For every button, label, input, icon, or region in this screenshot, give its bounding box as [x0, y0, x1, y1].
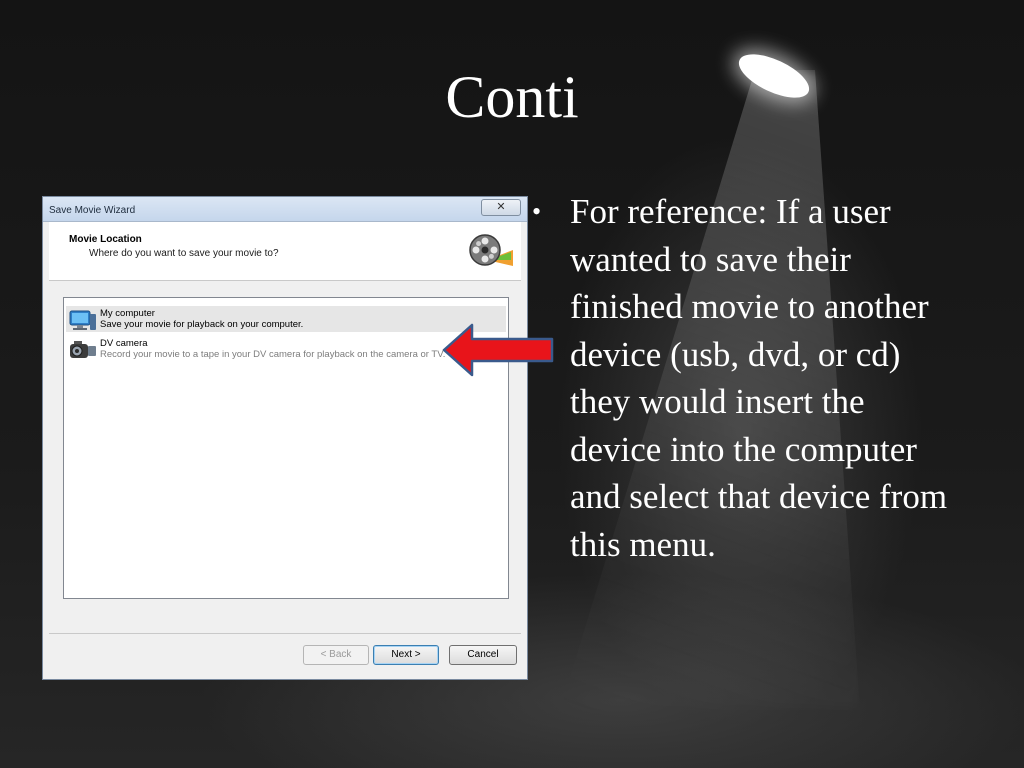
film-reel-icon	[469, 234, 513, 266]
wizard-header: Movie Location Where do you want to save…	[49, 222, 521, 281]
option-title: My computer	[100, 308, 155, 319]
slide-title: Conti	[445, 64, 579, 130]
dialog-titlebar[interactable]: Save Movie Wizard ✕	[43, 197, 527, 222]
close-button[interactable]: ✕	[481, 199, 521, 216]
option-title: DV camera	[100, 338, 148, 349]
button-separator	[49, 633, 521, 634]
computer-icon	[69, 310, 96, 330]
back-button[interactable]: < Back	[303, 645, 369, 665]
dialog-title: Save Movie Wizard	[49, 205, 136, 216]
wizard-header-subtitle: Where do you want to save your movie to?	[89, 248, 279, 259]
camcorder-icon	[70, 341, 96, 358]
next-button[interactable]: Next >	[373, 645, 439, 665]
option-description: Save your movie for playback on your com…	[100, 319, 304, 330]
option-description: Record your movie to a tape in your DV c…	[100, 349, 446, 360]
bullet-item: For reference: If a user wanted to save …	[532, 188, 952, 568]
bullet-list: For reference: If a user wanted to save …	[532, 188, 952, 568]
red-arrow-left-icon	[442, 323, 554, 377]
wizard-header-title: Movie Location	[69, 234, 142, 245]
cancel-button[interactable]: Cancel	[449, 645, 517, 665]
save-movie-wizard-dialog: Save Movie Wizard ✕ Movie Location Where…	[42, 196, 528, 680]
